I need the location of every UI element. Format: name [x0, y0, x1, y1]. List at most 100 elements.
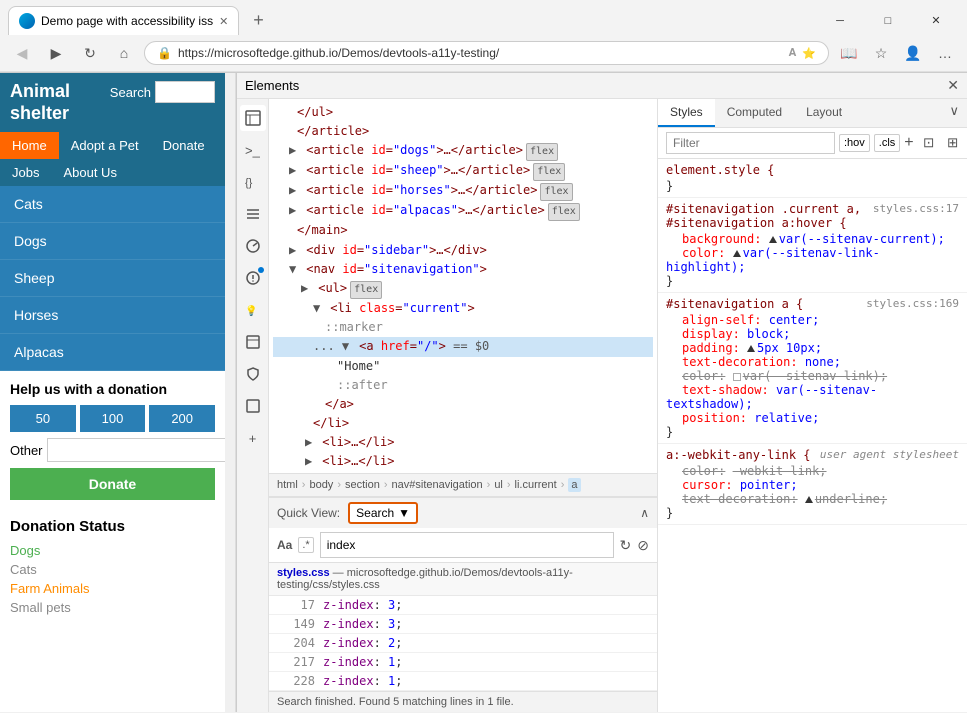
search-clear-button[interactable]: ⊘: [637, 537, 649, 554]
reading-view-button[interactable]: 📖: [835, 39, 863, 67]
tree-line[interactable]: ▶ <li>…</li>: [273, 452, 653, 471]
toggle-styles-button[interactable]: ⊞: [942, 132, 964, 154]
ua-stylesheet-rule: user agent stylesheet a:-webkit-any-link…: [658, 444, 967, 525]
other-input[interactable]: [47, 438, 225, 462]
tree-line[interactable]: </article>: [273, 122, 653, 141]
search-regex-button[interactable]: .*: [298, 537, 313, 553]
nav-donate[interactable]: Donate: [151, 132, 217, 159]
result-row[interactable]: 217 z-index: 1;: [269, 653, 657, 672]
result-row[interactable]: 17 z-index: 3;: [269, 596, 657, 615]
tab-computed[interactable]: Computed: [715, 99, 794, 127]
nav-jobs[interactable]: Jobs: [0, 159, 51, 186]
styles-more-button[interactable]: ∨: [941, 99, 967, 127]
tree-line[interactable]: ▶ <article id="alpacas">…</article>flex: [273, 201, 653, 221]
nav-home[interactable]: Home: [0, 132, 59, 159]
breadcrumb-nav[interactable]: nav#sitenavigation: [392, 479, 483, 491]
copy-styles-button[interactable]: ⊡: [918, 132, 940, 154]
tree-line[interactable]: ▶ <article id="sheep">…</article>flex: [273, 161, 653, 181]
pseudo-class-button[interactable]: :hov: [839, 134, 870, 152]
tree-line[interactable]: ::after: [273, 376, 653, 395]
settings-button[interactable]: …: [931, 39, 959, 67]
search-input[interactable]: [155, 81, 215, 103]
tree-line[interactable]: ▼ <li class="current">: [273, 299, 653, 318]
console-icon[interactable]: >_: [240, 137, 266, 163]
breadcrumb-section[interactable]: section: [345, 479, 380, 491]
tree-line-selected[interactable]: ... ▼ <a href="/"> == $0: [273, 337, 653, 356]
tree-line[interactable]: </li>: [273, 414, 653, 433]
close-button[interactable]: ✕: [913, 7, 959, 35]
tree-line[interactable]: ::marker: [273, 318, 653, 337]
amount-200[interactable]: 200: [149, 405, 215, 432]
donate-button[interactable]: Donate: [10, 468, 215, 500]
tree-line[interactable]: ▶ <li>…</li>: [273, 433, 653, 452]
forward-button[interactable]: ▶: [42, 39, 70, 67]
animal-sheep[interactable]: Sheep: [0, 260, 225, 297]
browser-tab[interactable]: Demo page with accessibility iss ✕: [8, 6, 239, 35]
lighthouse-icon[interactable]: [240, 393, 266, 419]
tree-line[interactable]: ▶ <div id="sidebar">…</div>: [273, 241, 653, 260]
tree-line[interactable]: ▶ <ul>flex: [273, 279, 653, 299]
quick-view-expand-button[interactable]: ∧: [640, 506, 649, 520]
demo-scrollbar[interactable]: [225, 73, 235, 712]
tab-styles[interactable]: Styles: [658, 99, 715, 127]
tree-line[interactable]: "Home": [273, 357, 653, 376]
network-icon[interactable]: [240, 201, 266, 227]
result-row[interactable]: 228 z-index: 1;: [269, 672, 657, 691]
status-farm-animals[interactable]: Farm Animals: [10, 581, 215, 596]
status-small-pets[interactable]: Small pets: [10, 600, 215, 615]
animal-horses[interactable]: Horses: [0, 297, 225, 334]
sources-icon[interactable]: {}: [240, 169, 266, 195]
tree-line[interactable]: ▶ <article id="horses">…</article>flex: [273, 181, 653, 201]
animal-dogs[interactable]: Dogs: [0, 223, 225, 260]
security-icon[interactable]: [240, 361, 266, 387]
breadcrumb-li[interactable]: li.current: [515, 479, 557, 491]
amount-50[interactable]: 50: [10, 405, 76, 432]
elements-tree[interactable]: </ul> </article> ▶ <article id="dogs">…<…: [269, 99, 657, 473]
amount-100[interactable]: 100: [80, 405, 146, 432]
result-code: z-index: 3;: [323, 617, 403, 631]
result-row[interactable]: 204 z-index: 2;: [269, 634, 657, 653]
refresh-button[interactable]: ↻: [76, 39, 104, 67]
favorites-button[interactable]: ☆: [867, 39, 895, 67]
tree-line[interactable]: </main>: [273, 221, 653, 240]
home-button[interactable]: ⌂: [110, 39, 138, 67]
maximize-button[interactable]: □: [865, 7, 911, 35]
profile-button[interactable]: 👤: [899, 39, 927, 67]
back-button[interactable]: ◀: [8, 39, 36, 67]
tab-layout[interactable]: Layout: [794, 99, 854, 127]
animal-cats[interactable]: Cats: [0, 186, 225, 223]
status-cats[interactable]: Cats: [10, 562, 215, 577]
devtools-close-button[interactable]: ✕: [947, 77, 959, 94]
minimize-button[interactable]: ─: [817, 7, 863, 35]
cls-button[interactable]: .cls: [874, 134, 901, 152]
breadcrumb-html[interactable]: html: [277, 479, 298, 491]
tree-line[interactable]: </a>: [273, 395, 653, 414]
styles-source[interactable]: styles.css:169: [866, 297, 959, 310]
tree-line[interactable]: ▶ <article id="dogs">…</article>flex: [273, 141, 653, 161]
breadcrumb-ul[interactable]: ul: [494, 479, 503, 491]
animal-alpacas[interactable]: Alpacas: [0, 334, 225, 371]
nav-adopt[interactable]: Adopt a Pet: [59, 132, 151, 159]
elements-icon[interactable]: [240, 105, 266, 131]
nav-about[interactable]: About Us: [51, 159, 128, 186]
performance-icon[interactable]: [240, 233, 266, 259]
quick-view-dropdown[interactable]: Search ▼: [348, 502, 418, 524]
memory-icon[interactable]: 💡: [240, 297, 266, 323]
search-refresh-button[interactable]: ↻: [620, 537, 632, 554]
tree-line[interactable]: </ul>: [273, 103, 653, 122]
tab-close-button[interactable]: ✕: [219, 15, 228, 28]
address-bar[interactable]: 🔒 https://microsoftedge.github.io/Demos/…: [144, 41, 829, 65]
styles-source[interactable]: styles.css:17: [873, 202, 959, 215]
status-dogs[interactable]: Dogs: [10, 543, 215, 558]
tree-line[interactable]: ▼ <nav id="sitenavigation">: [273, 260, 653, 279]
breadcrumb-a[interactable]: a: [568, 478, 580, 492]
styles-filter-input[interactable]: [666, 132, 835, 154]
search-field[interactable]: [320, 532, 614, 558]
application-icon[interactable]: [240, 329, 266, 355]
new-tab-button[interactable]: +: [245, 6, 272, 35]
result-row[interactable]: 149 z-index: 3;: [269, 615, 657, 634]
more-tools-icon[interactable]: +: [240, 425, 266, 451]
add-style-rule-button[interactable]: +: [904, 134, 913, 152]
breadcrumb-body[interactable]: body: [309, 479, 333, 491]
issues-icon[interactable]: [240, 265, 266, 291]
